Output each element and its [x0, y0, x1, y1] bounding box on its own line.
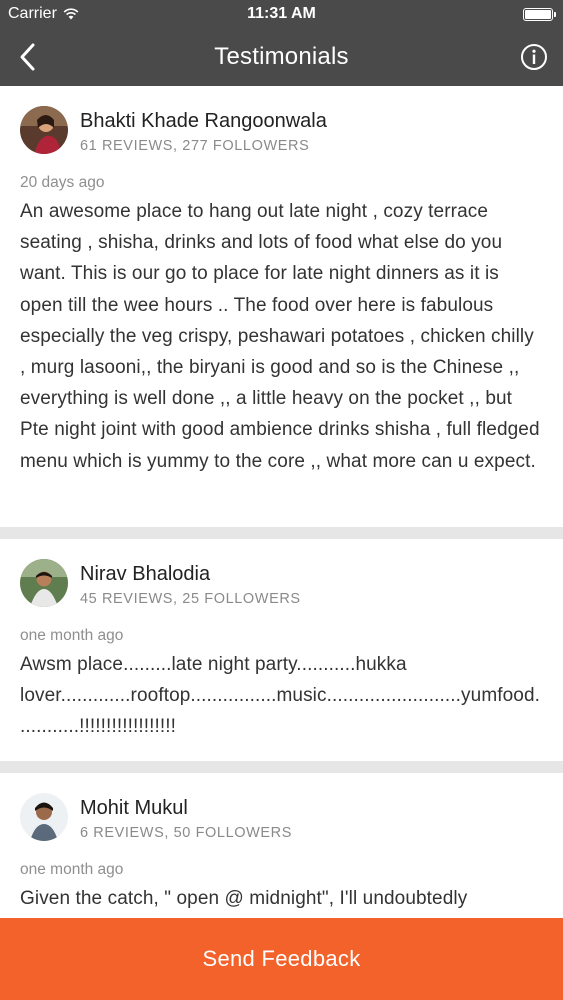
- reviewer-stats: 61 REVIEWS, 277 FOLLOWERS: [80, 138, 310, 154]
- review-text: Awsm place.........late night party.....…: [20, 654, 541, 738]
- page-title: Testimonials: [214, 43, 349, 70]
- reviewer-name[interactable]: Bhakti Khade Rangoonwala: [80, 108, 327, 134]
- review-date: one month ago: [20, 861, 124, 878]
- review-text: Given the catch, " open @ midnight", I'l…: [20, 888, 468, 909]
- reviewer-stats: 6 REVIEWS, 50 FOLLOWERS: [80, 825, 293, 841]
- app-header: Carrier 11:31 AM Testimonials: [0, 0, 563, 86]
- reviewer-stats: 45 REVIEWS, 25 FOLLOWERS: [80, 591, 301, 607]
- reviewer-info[interactable]: Nirav Bhalodia 45 REVIEWS, 25 FOLLOWERS: [20, 559, 543, 613]
- reviewer-info[interactable]: Mohit Mukul 6 REVIEWS, 50 FOLLOWERS: [20, 793, 543, 847]
- info-button[interactable]: [519, 42, 549, 72]
- review-text: An awesome place to hang out late night …: [20, 201, 540, 472]
- reviews-list[interactable]: Bhakti Khade Rangoonwala 61 REVIEWS, 277…: [0, 86, 563, 918]
- avatar[interactable]: [20, 559, 68, 607]
- divider: [0, 527, 563, 539]
- review-card: Bhakti Khade Rangoonwala 61 REVIEWS, 277…: [0, 86, 563, 527]
- review-date: 20 days ago: [20, 174, 105, 191]
- avatar[interactable]: [20, 106, 68, 154]
- status-bar: Carrier 11:31 AM: [0, 0, 563, 30]
- send-feedback-button[interactable]: Send Feedback: [0, 918, 563, 1000]
- battery-icon: [523, 8, 556, 21]
- review-card: Mohit Mukul 6 REVIEWS, 50 FOLLOWERS one …: [0, 773, 563, 918]
- nav-bar: Testimonials: [0, 30, 563, 86]
- status-time: 11:31 AM: [247, 5, 316, 22]
- review-date: one month ago: [20, 627, 124, 644]
- reviewer-info[interactable]: Bhakti Khade Rangoonwala 61 REVIEWS, 277…: [20, 106, 543, 160]
- divider: [0, 761, 563, 773]
- reviewer-name[interactable]: Nirav Bhalodia: [80, 561, 301, 587]
- review-card: Nirav Bhalodia 45 REVIEWS, 25 FOLLOWERS …: [0, 539, 563, 761]
- reviewer-name[interactable]: Mohit Mukul: [80, 795, 292, 821]
- avatar[interactable]: [20, 793, 68, 841]
